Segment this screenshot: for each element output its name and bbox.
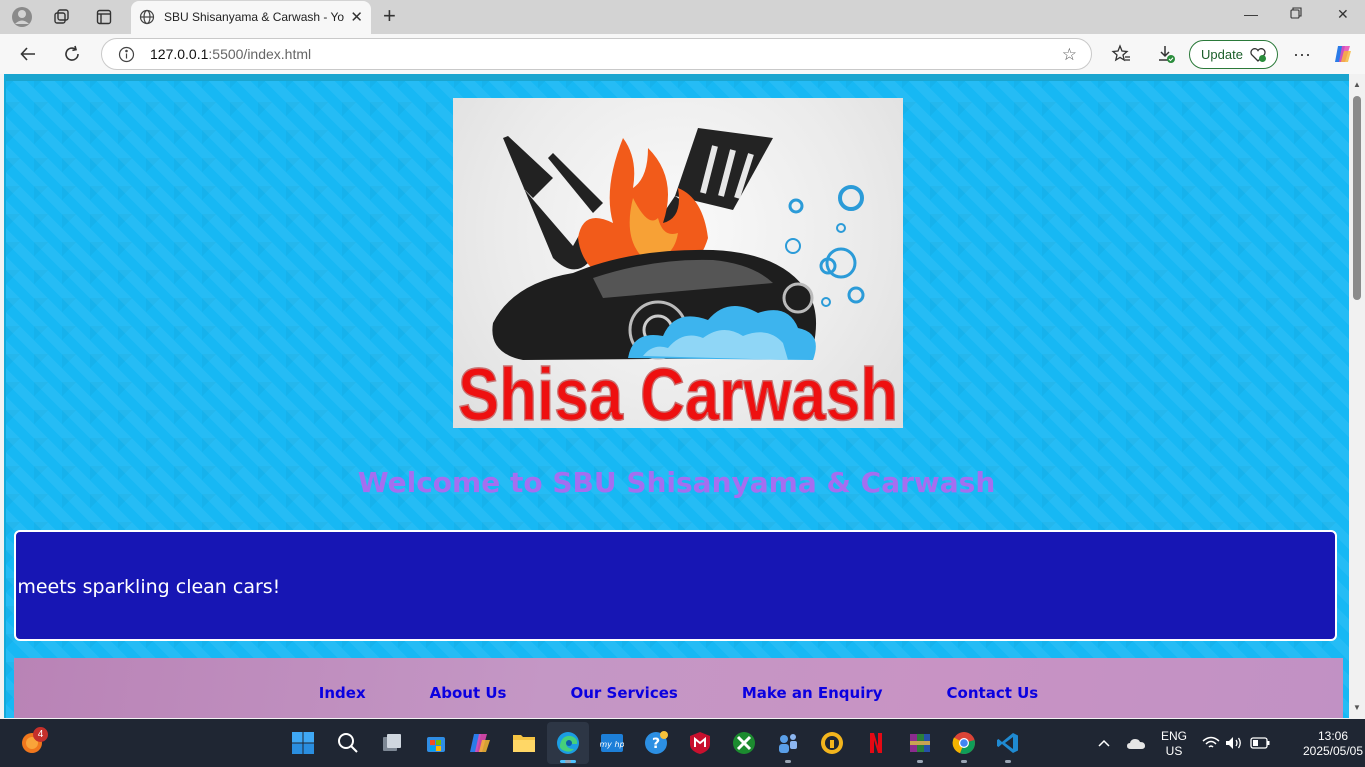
title-bar: SBU Shisanyama & Carwash - You ✕ + — ✕ [0,0,1365,34]
refresh-icon[interactable] [60,42,84,66]
netflix-icon[interactable] [864,731,888,755]
clock[interactable]: 13:06 2025/05/05 [1300,729,1365,759]
browser-toolbar: 127.0.0.1:5500/index.html ☆ Update ··· [0,34,1365,74]
winrar-icon[interactable] [908,731,932,763]
file-explorer-icon[interactable] [512,731,536,755]
restore-button[interactable] [1290,6,1302,22]
language-indicator[interactable]: ENG US [1158,729,1190,759]
scroll-up-arrow-icon[interactable]: ▲ [1353,80,1361,89]
page-viewport: Shisa Carwash Welcome to SBU Shisanyama … [4,74,1349,718]
volume-icon[interactable] [1222,731,1246,755]
nav-link-make-an-enquiry[interactable]: Make an Enquiry [742,684,883,702]
logo-image: Shisa Carwash [453,98,903,428]
update-button[interactable]: Update [1189,40,1278,69]
top-border [6,74,1349,81]
globe-icon [139,9,155,30]
downloads-icon[interactable] [1154,42,1178,66]
back-icon[interactable] [16,42,40,66]
logo-text: Shisa Carwash [458,353,898,428]
active-tab[interactable]: SBU Shisanyama & Carwash - You ✕ [131,1,371,34]
close-tab-icon[interactable]: ✕ [350,8,363,26]
people-app-icon[interactable] [776,731,800,763]
onedrive-icon[interactable] [1124,731,1148,755]
chrome-icon[interactable] [952,731,976,763]
favorites-icon[interactable] [1109,42,1133,66]
copilot-app-icon[interactable] [468,731,492,755]
copilot-icon[interactable] [1331,42,1355,66]
battery-icon[interactable] [1248,731,1272,755]
notification-badge: 4 [33,727,48,742]
start-icon[interactable] [291,731,315,755]
myhp-icon[interactable]: my hp [600,731,624,755]
nav-link-about-us[interactable]: About Us [430,684,507,702]
scrollbar-thumb[interactable] [1353,96,1361,300]
more-options-icon[interactable]: ··· [1290,42,1314,66]
tab-title: SBU Shisanyama & Carwash - You [164,10,344,24]
search-icon[interactable] [336,731,360,755]
microsoft-store-icon[interactable] [424,731,448,755]
main-nav: Index About Us Our Services Make an Enqu… [14,658,1343,718]
svg-text:my hp: my hp [600,740,624,749]
mcafee-icon[interactable] [688,731,712,755]
page-scrollbar[interactable]: ▲ ▼ [1349,74,1365,718]
minimize-button[interactable]: — [1244,6,1258,22]
address-bar[interactable]: 127.0.0.1:5500/index.html ☆ [101,38,1092,70]
wifi-icon[interactable] [1199,731,1223,755]
marquee-text: ood meets sparkling clean cars! [16,576,281,598]
workspaces-icon[interactable] [49,5,75,29]
vertical-tabs-icon[interactable] [91,5,117,29]
nav-link-index[interactable]: Index [319,684,366,702]
scroll-down-arrow-icon[interactable]: ▼ [1353,703,1361,712]
favorite-star-icon[interactable]: ☆ [1062,45,1077,65]
vpn-icon[interactable] [820,731,844,755]
nav-link-contact-us[interactable]: Contact Us [947,684,1039,702]
vscode-icon[interactable] [996,731,1020,763]
task-view-icon[interactable] [380,731,404,755]
site-info-icon[interactable] [118,46,135,68]
edge-icon[interactable] [556,731,580,763]
xbox-icon[interactable] [732,731,756,755]
taskbar: my hp ? ENG US 13:06 2025/05/05 [0,719,1365,767]
marquee-banner: ood meets sparkling clean cars! [14,530,1337,641]
profile-icon[interactable] [9,5,35,29]
help-icon[interactable]: ? [644,731,668,755]
show-hidden-icons-icon[interactable] [1092,731,1116,755]
heartbeat-icon [1249,47,1267,66]
update-label: Update [1201,47,1243,62]
svg-text:?: ? [652,736,660,752]
welcome-heading: Welcome to SBU Shisanyama & Carwash [357,466,996,499]
nav-link-our-services[interactable]: Our Services [570,684,677,702]
url-text[interactable]: 127.0.0.1:5500/index.html [150,46,311,62]
close-window-button[interactable]: ✕ [1337,6,1349,23]
new-tab-button[interactable]: + [383,5,396,27]
